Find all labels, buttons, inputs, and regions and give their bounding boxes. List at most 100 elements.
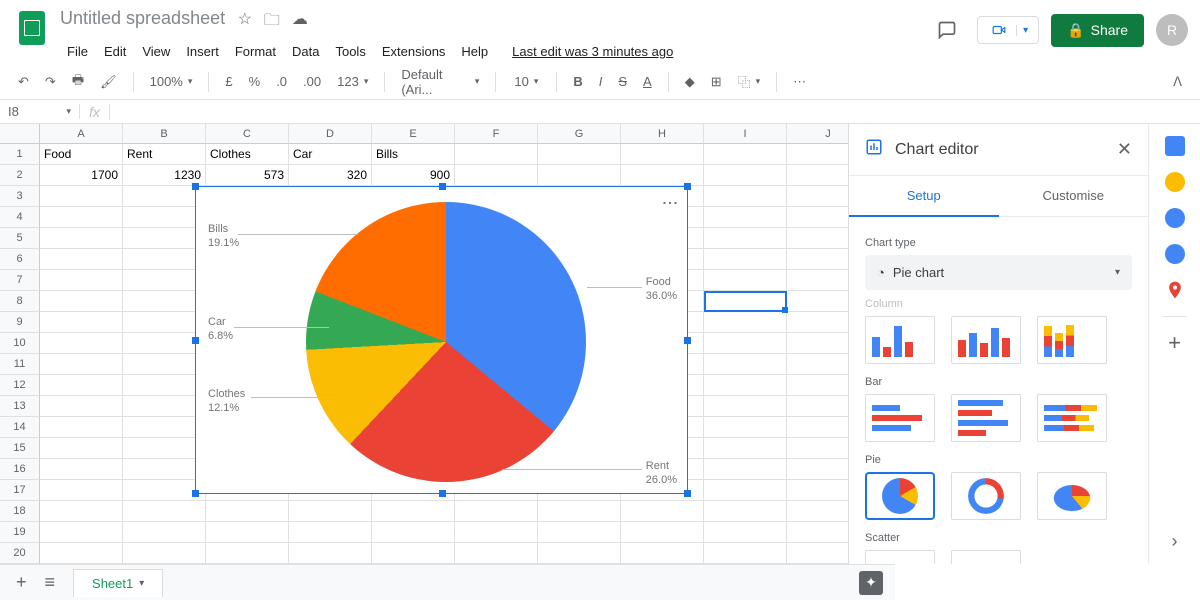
col-header[interactable]: H bbox=[621, 124, 704, 144]
cell[interactable] bbox=[289, 522, 372, 543]
cell[interactable] bbox=[40, 270, 123, 291]
merge-button[interactable]: ⿻ bbox=[732, 68, 767, 95]
row-header[interactable]: 7 bbox=[0, 270, 40, 291]
cell[interactable] bbox=[40, 480, 123, 501]
add-sheet-icon[interactable]: + bbox=[16, 572, 27, 593]
all-sheets-icon[interactable]: ≡ bbox=[45, 572, 56, 593]
cell[interactable] bbox=[40, 333, 123, 354]
collapse-toolbar-icon[interactable]: ᐱ bbox=[1167, 70, 1188, 94]
explore-button[interactable]: ✦ bbox=[859, 571, 883, 595]
cell[interactable] bbox=[787, 417, 848, 438]
row-header[interactable]: 11 bbox=[0, 354, 40, 375]
cell[interactable] bbox=[787, 207, 848, 228]
row-header[interactable]: 18 bbox=[0, 501, 40, 522]
chart-type-select[interactable]: ◔ Pie chart bbox=[865, 255, 1132, 290]
menu-insert[interactable]: Insert bbox=[179, 40, 226, 63]
contacts-icon[interactable] bbox=[1165, 244, 1185, 264]
comments-icon[interactable] bbox=[929, 12, 965, 48]
cell[interactable] bbox=[206, 522, 289, 543]
cell[interactable] bbox=[123, 228, 206, 249]
cell[interactable] bbox=[538, 165, 621, 186]
cell[interactable] bbox=[123, 270, 206, 291]
thumb-pie-1[interactable] bbox=[865, 472, 935, 520]
chart-menu-icon[interactable]: ⋮ bbox=[660, 195, 679, 209]
thumb-column-1[interactable] bbox=[865, 316, 935, 364]
cell[interactable] bbox=[40, 543, 123, 564]
cell[interactable] bbox=[372, 501, 455, 522]
cell[interactable] bbox=[538, 144, 621, 165]
col-header[interactable]: A bbox=[40, 124, 123, 144]
font-select[interactable]: Default (Ari... bbox=[395, 63, 485, 101]
currency-button[interactable]: £ bbox=[219, 70, 238, 93]
fill-color-button[interactable]: ◆ bbox=[679, 70, 701, 94]
cell[interactable] bbox=[704, 459, 787, 480]
cell[interactable] bbox=[455, 543, 538, 564]
cell[interactable] bbox=[704, 165, 787, 186]
cell[interactable] bbox=[787, 144, 848, 165]
last-edit-link[interactable]: Last edit was 3 minutes ago bbox=[505, 40, 680, 63]
cell[interactable] bbox=[704, 207, 787, 228]
cell[interactable] bbox=[787, 522, 848, 543]
meet-button[interactable]: ▾ bbox=[977, 16, 1039, 44]
print-icon[interactable]: 🖶 bbox=[66, 67, 90, 97]
row-header[interactable]: 1 bbox=[0, 144, 40, 165]
thumb-scatter-1[interactable] bbox=[865, 550, 935, 564]
cell[interactable] bbox=[455, 522, 538, 543]
cell[interactable] bbox=[787, 312, 848, 333]
cell[interactable] bbox=[40, 501, 123, 522]
menu-tools[interactable]: Tools bbox=[328, 40, 372, 63]
cell[interactable] bbox=[704, 480, 787, 501]
col-header[interactable]: C bbox=[206, 124, 289, 144]
cell[interactable] bbox=[704, 186, 787, 207]
cloud-icon[interactable]: ☁ bbox=[292, 9, 308, 36]
cell[interactable] bbox=[621, 501, 704, 522]
cell[interactable] bbox=[123, 249, 206, 270]
increase-decimal-button[interactable]: .00 bbox=[297, 70, 327, 93]
account-avatar[interactable]: R bbox=[1156, 14, 1188, 46]
embedded-chart[interactable]: ⋮ Food36.0% Rent26.0% Clothes12.1% Car6.… bbox=[195, 186, 688, 494]
sheet-tab-1[interactable]: Sheet1▾ bbox=[73, 569, 163, 597]
cell[interactable] bbox=[704, 144, 787, 165]
cell[interactable] bbox=[123, 375, 206, 396]
cell[interactable] bbox=[40, 354, 123, 375]
cell[interactable] bbox=[40, 459, 123, 480]
star-icon[interactable]: ☆ bbox=[238, 9, 252, 36]
cell[interactable] bbox=[704, 417, 787, 438]
more-toolbar-icon[interactable]: ⋯ bbox=[787, 70, 812, 94]
cell[interactable] bbox=[206, 543, 289, 564]
row-header[interactable]: 10 bbox=[0, 333, 40, 354]
document-title[interactable]: Untitled spreadsheet bbox=[60, 8, 225, 29]
tab-setup[interactable]: Setup bbox=[849, 176, 999, 217]
calendar-icon[interactable] bbox=[1165, 136, 1185, 156]
menu-data[interactable]: Data bbox=[285, 40, 326, 63]
tab-customise[interactable]: Customise bbox=[999, 176, 1149, 217]
cell[interactable] bbox=[704, 501, 787, 522]
cell[interactable] bbox=[538, 501, 621, 522]
cell[interactable] bbox=[372, 522, 455, 543]
row-header[interactable]: 15 bbox=[0, 438, 40, 459]
cell[interactable] bbox=[40, 312, 123, 333]
menu-extensions[interactable]: Extensions bbox=[375, 40, 453, 63]
cell[interactable] bbox=[123, 291, 206, 312]
cell[interactable] bbox=[704, 375, 787, 396]
close-sidebar-icon[interactable]: ✕ bbox=[1117, 139, 1132, 160]
cell[interactable] bbox=[40, 396, 123, 417]
cell[interactable] bbox=[787, 186, 848, 207]
cell[interactable] bbox=[123, 354, 206, 375]
cell[interactable] bbox=[704, 228, 787, 249]
borders-button[interactable]: ⊞ bbox=[705, 70, 728, 94]
col-header[interactable]: J bbox=[787, 124, 848, 144]
cell[interactable] bbox=[787, 249, 848, 270]
thumb-bar-1[interactable] bbox=[865, 394, 935, 442]
row-header[interactable]: 2 bbox=[0, 165, 40, 186]
row-header[interactable]: 20 bbox=[0, 543, 40, 564]
cell[interactable] bbox=[704, 354, 787, 375]
cell[interactable] bbox=[455, 501, 538, 522]
cell[interactable] bbox=[289, 501, 372, 522]
tasks-icon[interactable] bbox=[1165, 208, 1185, 228]
cell[interactable] bbox=[787, 354, 848, 375]
cell[interactable] bbox=[538, 522, 621, 543]
cell[interactable] bbox=[621, 165, 704, 186]
cell[interactable]: 573 bbox=[206, 165, 289, 186]
cell[interactable] bbox=[787, 501, 848, 522]
